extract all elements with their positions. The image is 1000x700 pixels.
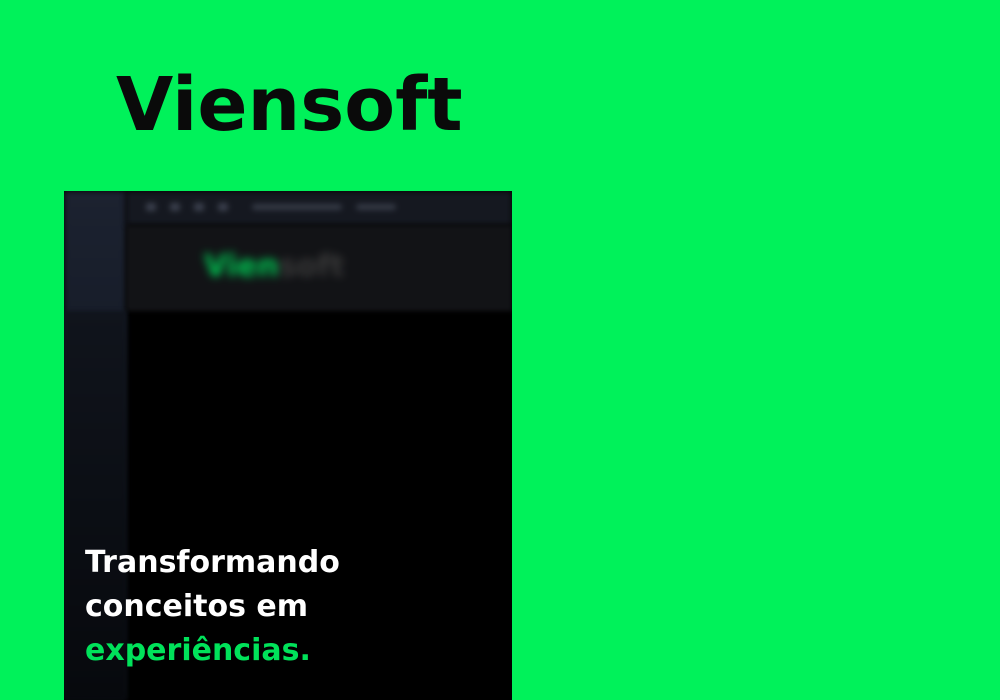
hero-line-1: Transformando — [85, 545, 340, 580]
preview-logo: Viensoft — [204, 249, 345, 284]
website-preview: Viensoft Transformando conceitos em expe… — [64, 191, 512, 700]
toolbar-tab-bar — [356, 204, 396, 210]
preview-browser-toolbar — [126, 191, 512, 225]
preview-logo-suffix: soft — [278, 249, 345, 284]
hero-heading: Transformando conceitos em experiências. — [85, 541, 340, 673]
preview-logo-prefix: Vien — [204, 249, 279, 284]
preview-site-header: Viensoft — [126, 225, 512, 311]
brand-title: Viensoft — [116, 62, 463, 148]
toolbar-dot-icon — [194, 203, 204, 211]
toolbar-dot-icon — [146, 203, 156, 211]
hero-line-3-accent: experiências. — [85, 633, 311, 668]
hero-line-2: conceitos em — [85, 589, 309, 624]
toolbar-url-bar — [252, 204, 342, 210]
toolbar-dot-icon — [218, 203, 228, 211]
toolbar-dot-icon — [170, 203, 180, 211]
